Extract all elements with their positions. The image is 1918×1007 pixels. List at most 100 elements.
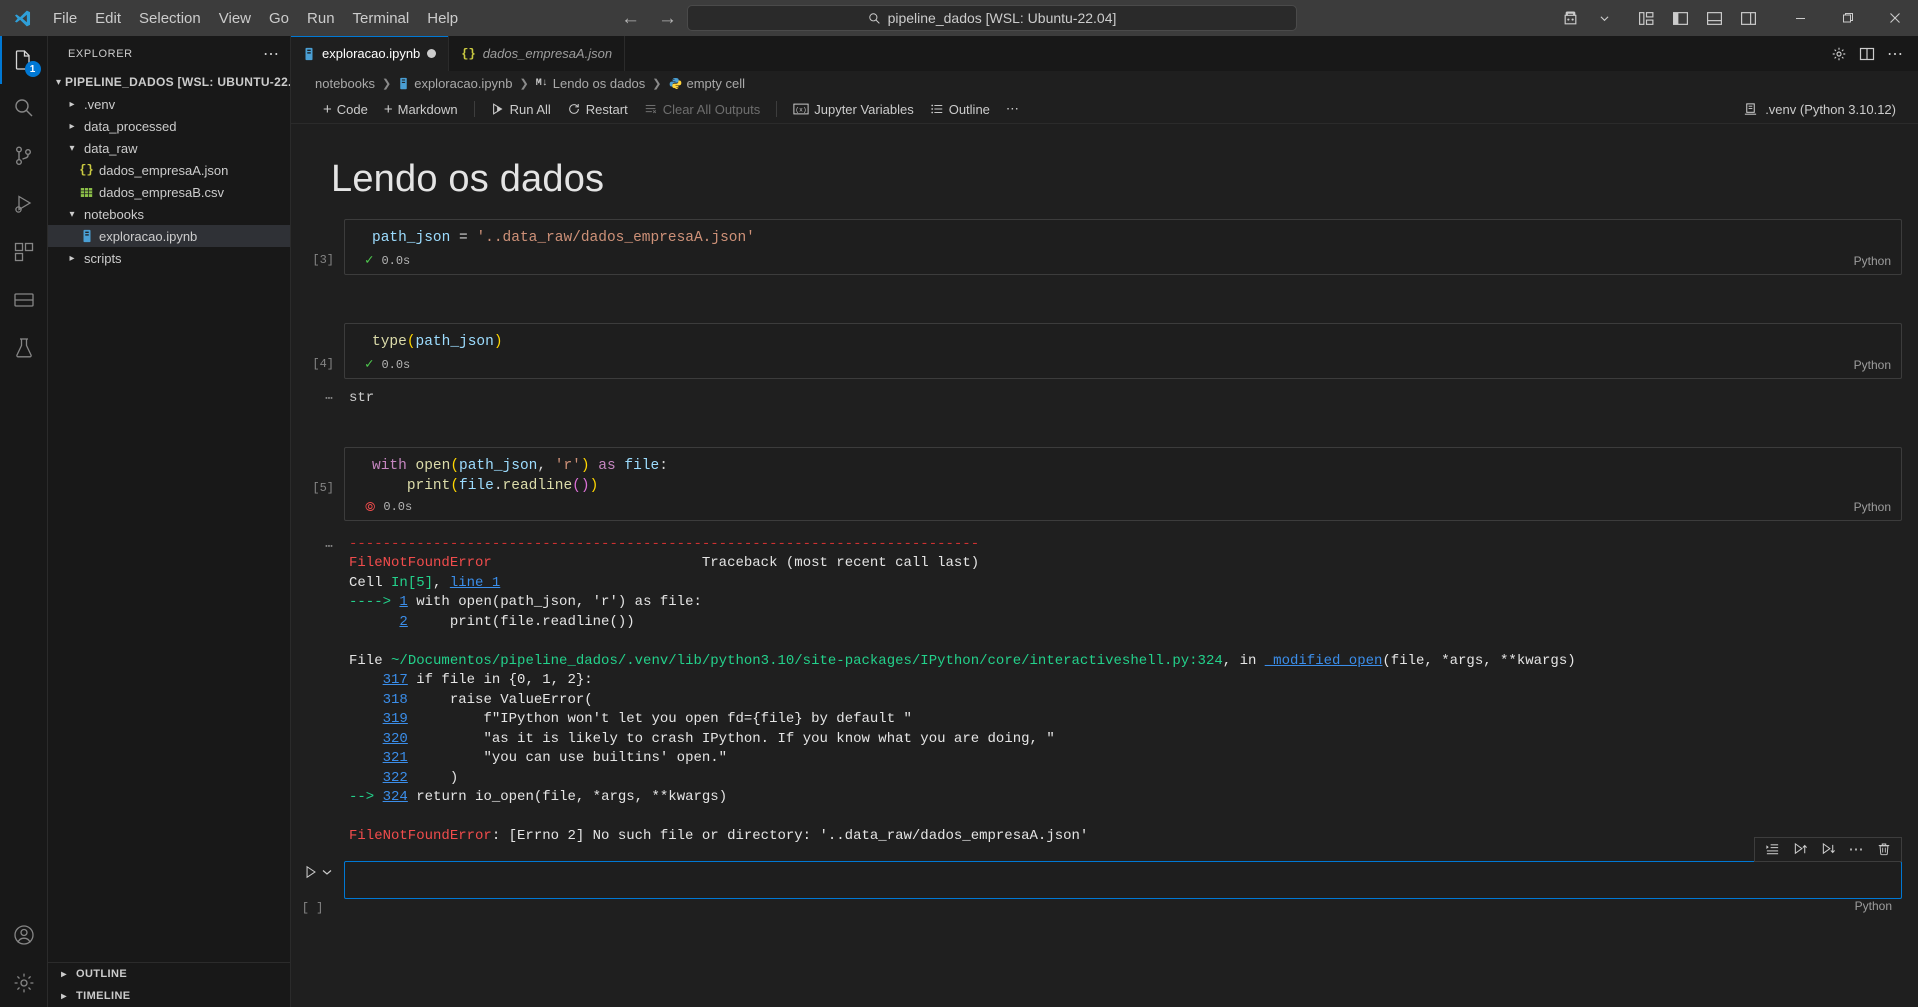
code-editor[interactable]: with open(path_json, 'r') as file: print…: [344, 446, 1902, 521]
remote-accounts-icon[interactable]: [1557, 5, 1583, 31]
execution-count: [4]: [312, 357, 334, 371]
more-actions-icon[interactable]: ⋯: [1887, 44, 1904, 64]
activitybar-item-accounts[interactable]: [0, 911, 48, 959]
sidebar-item-data-raw[interactable]: ▾ data_raw: [48, 137, 290, 159]
restart-kernel-button[interactable]: Restart: [559, 100, 636, 119]
cell-status-bar: ✓ 0.0s Python: [345, 248, 1901, 274]
menu-terminal[interactable]: Terminal: [344, 6, 419, 31]
go-back-icon[interactable]: ←: [621, 9, 640, 28]
sidebar-section-timeline[interactable]: ▸ TIMELINE: [48, 985, 290, 1007]
execution-count: [3]: [312, 253, 334, 267]
breadcrumb-item-notebooks[interactable]: notebooks: [315, 76, 375, 91]
section-label: OUTLINE: [76, 968, 128, 980]
frame-line-number: 322: [382, 769, 408, 786]
split-editor-icon[interactable]: [1859, 46, 1875, 62]
sidebar-item-venv[interactable]: ▸ .venv: [48, 93, 290, 115]
editor-layout-icons: [1633, 5, 1761, 31]
jupyter-variables-button[interactable]: (x) Jupyter Variables: [785, 100, 921, 119]
notebook-more-actions-button[interactable]: ⋯: [998, 99, 1027, 119]
breadcrumb-item-empty-cell[interactable]: empty cell: [669, 76, 745, 91]
activitybar-item-remote-explorer[interactable]: [0, 276, 48, 324]
breadcrumb-item-lendo-os-dados[interactable]: M↓ Lendo os dados: [536, 76, 646, 91]
json-icon: {}: [461, 46, 476, 61]
outline-button[interactable]: Outline: [922, 100, 998, 119]
output-more-actions-icon[interactable]: ⋯: [325, 391, 334, 406]
kernel-selector[interactable]: .venv (Python 3.10.12): [1735, 100, 1904, 119]
code-editor[interactable]: type(path_json) ✓ 0.0s Python: [344, 323, 1902, 379]
output-more-actions-icon[interactable]: ⋯: [325, 539, 334, 554]
go-forward-icon[interactable]: →: [658, 9, 677, 28]
tree-root-folder[interactable]: ▾ PIPELINE_DADOS [WSL: UBUNTU-22.04]: [48, 71, 290, 93]
code-editor[interactable]: path_json = '..data_raw/dados_empresaA.j…: [344, 219, 1902, 275]
cell-language-label[interactable]: Python: [1854, 358, 1891, 372]
svg-text:(x): (x): [796, 106, 807, 113]
traceback-line-number: 1: [399, 594, 408, 610]
sidebar-item-data-processed[interactable]: ▸ data_processed: [48, 115, 290, 137]
chevron-down-icon[interactable]: [1591, 5, 1617, 31]
window-close-button[interactable]: [1871, 0, 1918, 36]
file-tree: ▾ PIPELINE_DADOS [WSL: UBUNTU-22.04] ▸ .…: [48, 71, 290, 962]
toggle-primary-sidebar-icon[interactable]: [1667, 5, 1693, 31]
menu-run[interactable]: Run: [298, 6, 344, 31]
menu-edit[interactable]: Edit: [86, 6, 130, 31]
final-error-message: : [Errno 2] No such file or directory: '…: [491, 828, 1089, 844]
activitybar-item-explorer[interactable]: 1: [0, 36, 48, 84]
sidebar-item-scripts[interactable]: ▸ scripts: [48, 247, 290, 269]
clear-all-outputs-button[interactable]: Clear All Outputs: [636, 100, 769, 119]
tab-exploracao-ipynb[interactable]: exploracao.ipynb: [291, 36, 450, 71]
editor-tab-bar: exploracao.ipynb {} dados_empresaA.json: [291, 36, 1918, 71]
explorer-sidebar: EXPLORER ⋯ ▾ PIPELINE_DADOS [WSL: UBUNTU…: [48, 36, 291, 1007]
sidebar-more-actions-icon[interactable]: ⋯: [263, 44, 280, 64]
run-cell-and-below-icon[interactable]: [1815, 839, 1841, 860]
activitybar-item-settings[interactable]: [0, 959, 48, 1007]
toggle-secondary-sidebar-icon[interactable]: [1735, 5, 1761, 31]
customize-layout-icon[interactable]: [1633, 5, 1659, 31]
quick-input-search-box[interactable]: pipeline_dados [WSL: Ubuntu-22.04]: [687, 5, 1297, 31]
empty-code-editor[interactable]: [344, 860, 1902, 899]
add-markdown-cell-button[interactable]: + Markdown: [376, 99, 466, 120]
activitybar-item-run-and-debug[interactable]: [0, 180, 48, 228]
sidebar-section-outline[interactable]: ▸ OUTLINE: [48, 963, 290, 985]
delete-cell-icon[interactable]: [1871, 839, 1897, 860]
settings-gear-icon[interactable]: [1831, 46, 1847, 62]
menu-view[interactable]: View: [210, 6, 260, 31]
title-bar-right: [1557, 0, 1918, 36]
chevron-down-icon[interactable]: [322, 867, 332, 877]
activitybar-item-search[interactable]: [0, 84, 48, 132]
markdown-cell-title[interactable]: Lendo os dados: [291, 124, 1918, 219]
run-all-button[interactable]: Run All: [483, 100, 559, 119]
menu-selection[interactable]: Selection: [130, 6, 210, 31]
cell-gutter: [4]: [291, 323, 344, 379]
activitybar-item-testing[interactable]: [0, 324, 48, 372]
window-maximize-button[interactable]: [1824, 0, 1871, 36]
cell-language-label[interactable]: Python: [1854, 254, 1891, 268]
cell-language-label[interactable]: Python: [1854, 500, 1891, 514]
traceback-line-link[interactable]: line 1: [450, 575, 500, 591]
run-cell-and-above-icon[interactable]: [1787, 839, 1813, 860]
tab-dirty-indicator[interactable]: [427, 49, 437, 58]
run-cell-icon[interactable]: [304, 865, 318, 879]
window-minimize-button[interactable]: [1777, 0, 1824, 36]
notebook-icon: [398, 77, 409, 90]
breadcrumb: notebooks ❯ exploracao.ipynb ❯ M↓ Lendo …: [291, 71, 1918, 95]
more-actions-icon[interactable]: ⋯: [1843, 839, 1869, 860]
activitybar-item-extensions[interactable]: [0, 228, 48, 276]
sidebar-item-notebooks[interactable]: ▾ notebooks: [48, 203, 290, 225]
execute-above-icon[interactable]: [1759, 839, 1785, 860]
account-icon: [13, 925, 34, 945]
python-icon: [669, 77, 682, 90]
sidebar-item-exploracao-ipynb[interactable]: exploracao.ipynb: [48, 225, 290, 247]
menu-file[interactable]: File: [44, 6, 86, 31]
activitybar-item-source-control[interactable]: [0, 132, 48, 180]
execution-count: [5]: [312, 480, 334, 495]
menu-help[interactable]: Help: [418, 6, 467, 31]
menu-go[interactable]: Go: [260, 6, 298, 31]
tab-dados-empresaA-json[interactable]: {} dados_empresaA.json: [449, 36, 626, 71]
code-line: type(path_json): [372, 334, 503, 350]
breadcrumb-item-exploracao[interactable]: exploracao.ipynb: [398, 76, 513, 91]
sidebar-item-dados-empresaB-csv[interactable]: dados_empresaB.csv: [48, 181, 290, 203]
sidebar-item-dados-empresaA-json[interactable]: {} dados_empresaA.json: [48, 159, 290, 181]
cell-language-label[interactable]: Python: [1855, 899, 1892, 913]
add-code-cell-button[interactable]: + Code: [315, 99, 376, 120]
toggle-panel-icon[interactable]: [1701, 5, 1727, 31]
